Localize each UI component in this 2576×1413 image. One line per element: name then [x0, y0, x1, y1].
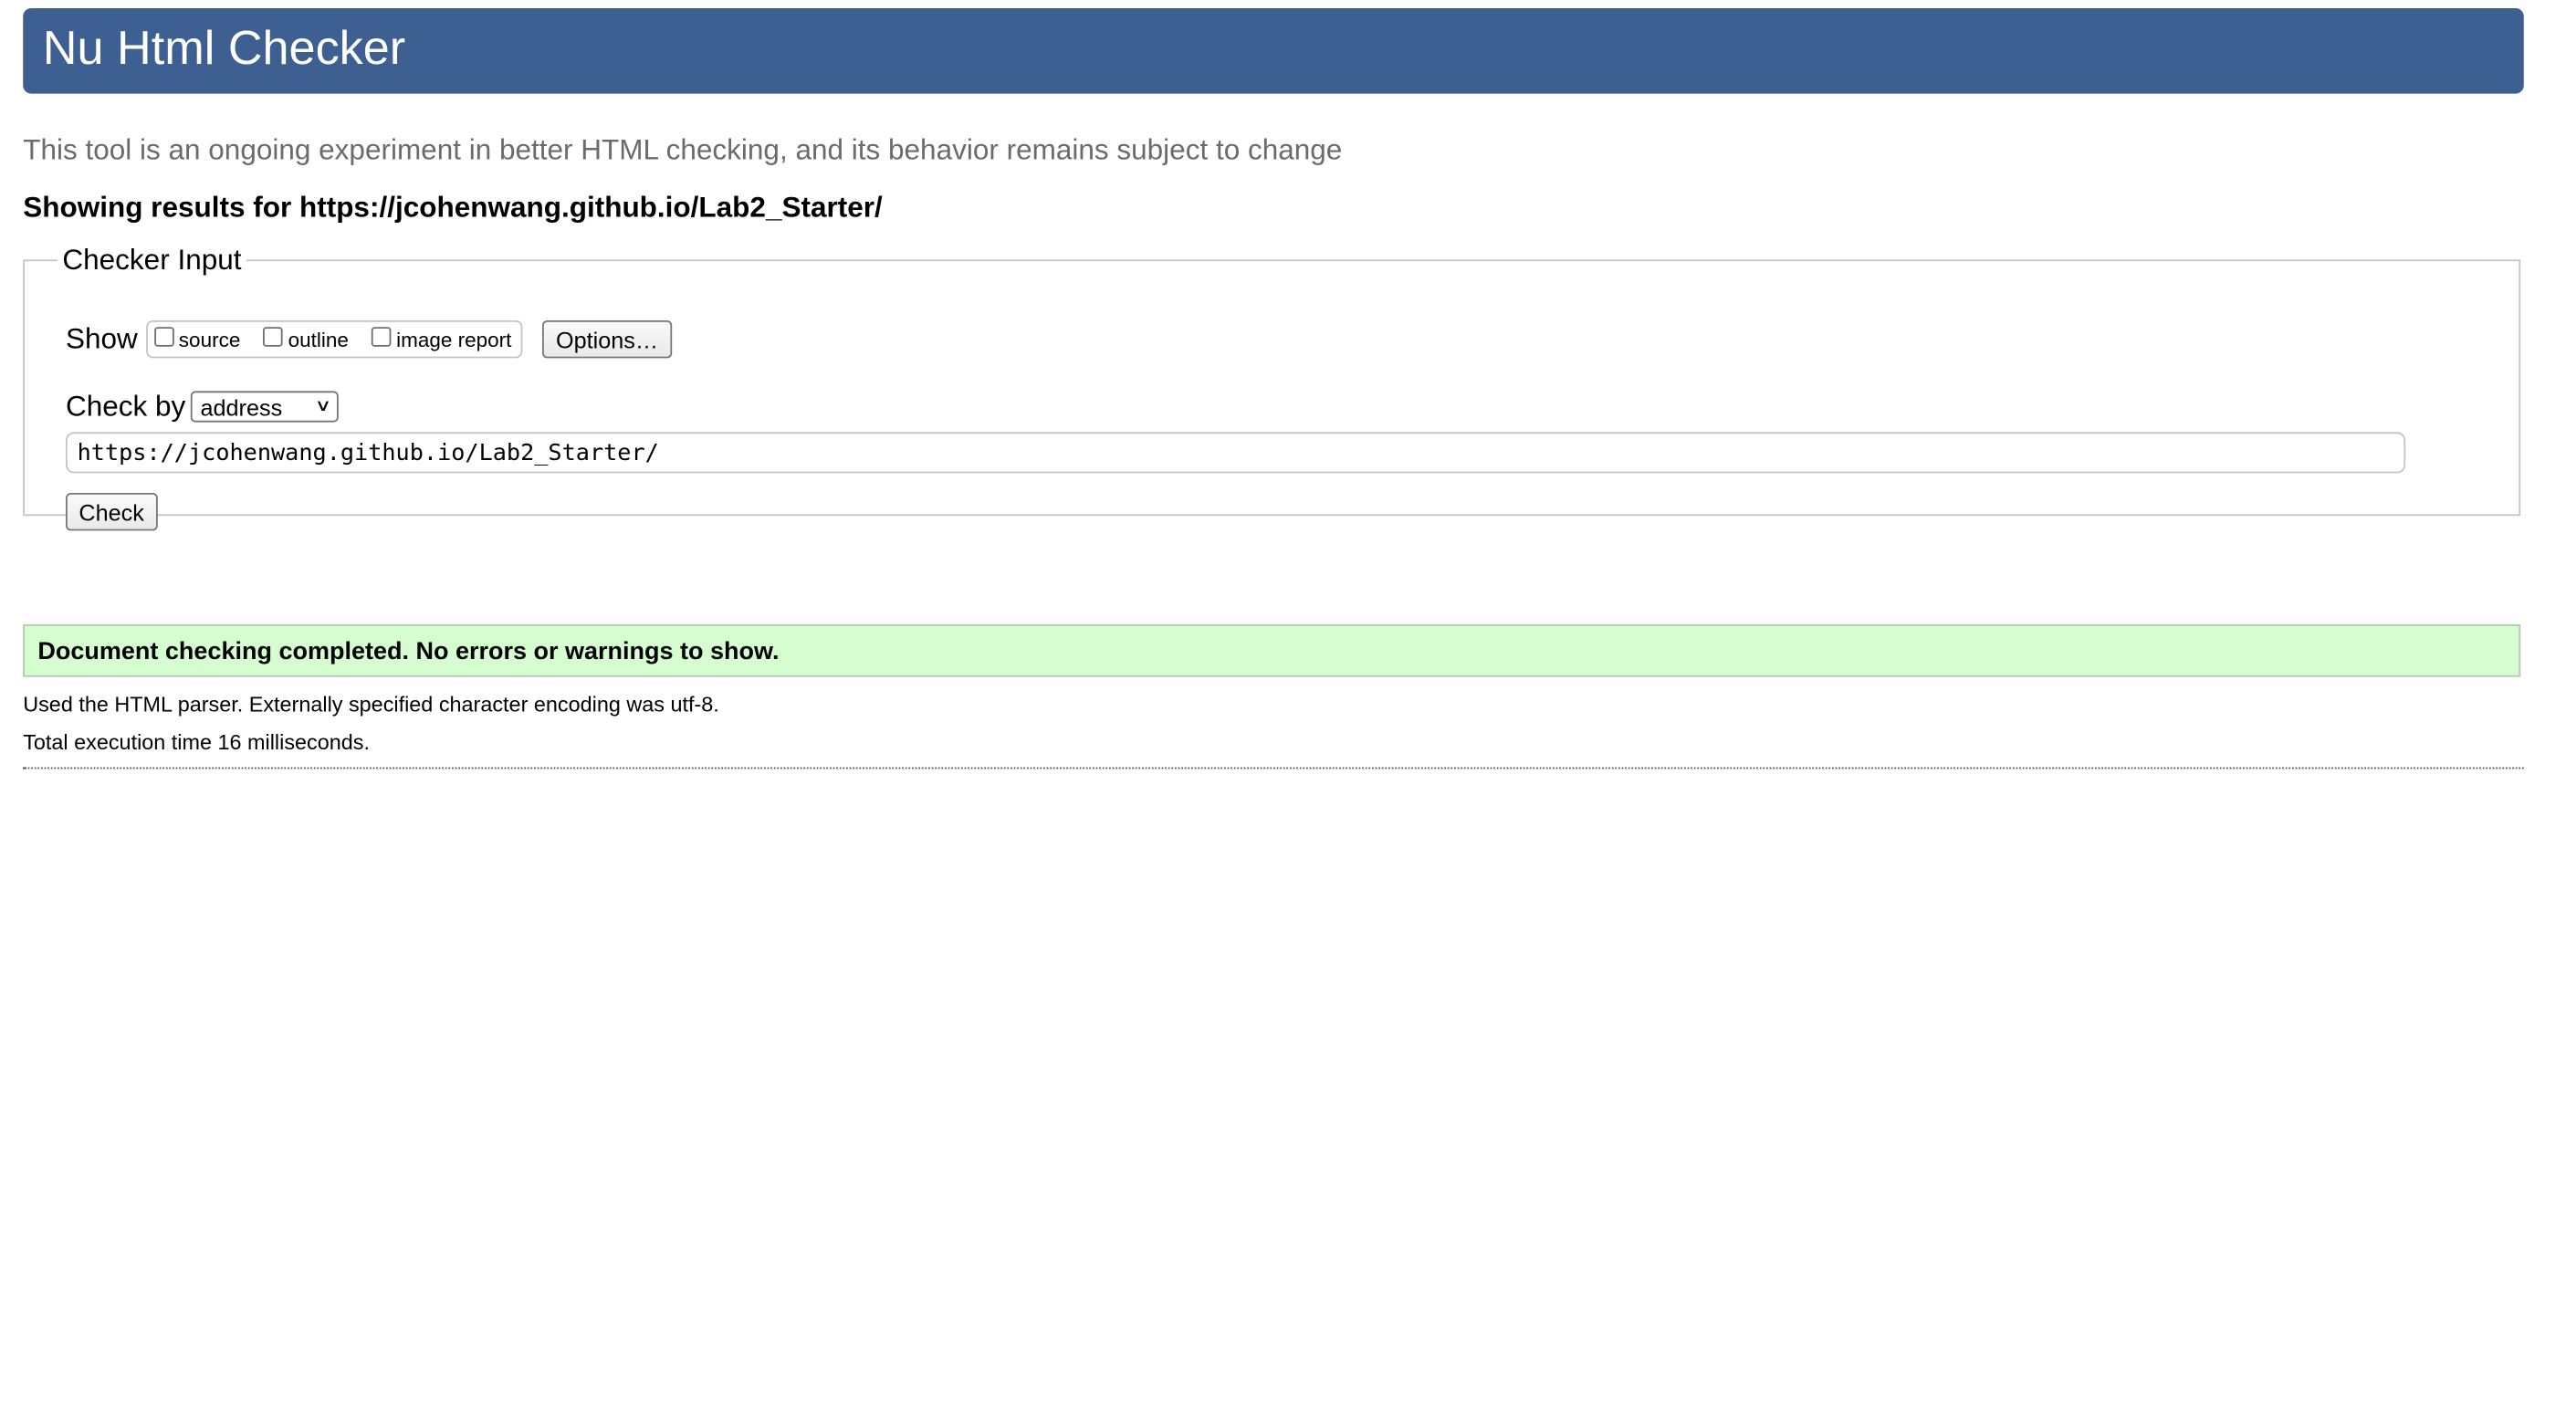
outline-option[interactable]: outline [263, 326, 349, 351]
success-message: Document checking completed. No errors o… [23, 624, 2521, 677]
url-input-value: https://jcohenwang.github.io/Lab2_Starte… [77, 439, 659, 466]
outline-checkbox[interactable] [263, 326, 284, 346]
url-input[interactable]: https://jcohenwang.github.io/Lab2_Starte… [66, 432, 2406, 474]
header-bar: Nu Html Checker [23, 8, 2524, 94]
check-by-row: Check by address ∨ [66, 390, 339, 424]
check-by-label: Check by [66, 389, 186, 423]
image-report-checkbox[interactable] [372, 326, 392, 346]
parser-note: Used the HTML parser. Externally specifi… [23, 691, 719, 717]
options-button[interactable]: Options… [542, 320, 672, 359]
page-title: Nu Html Checker [42, 23, 406, 76]
check-by-select[interactable]: address ∨ [190, 391, 339, 423]
intro-text: This tool is an ongoing experiment in be… [23, 132, 1343, 166]
show-options-group: source outline image report [145, 320, 524, 359]
image-report-label: image report [396, 328, 512, 351]
source-label: source [178, 328, 241, 351]
source-option[interactable]: source [153, 326, 241, 351]
source-checkbox[interactable] [153, 326, 174, 346]
results-for-heading: Showing results for https://jcohenwang.g… [23, 190, 883, 224]
image-report-option[interactable]: image report [372, 326, 512, 351]
check-button[interactable]: Check [66, 493, 158, 531]
page: Nu Html Checker This tool is an ongoing … [0, 0, 2576, 1413]
checker-input-legend: Checker Input [62, 243, 242, 277]
chevron-down-icon: ∨ [314, 397, 331, 416]
checker-input-fieldset: Checker Input Show source outline image … [23, 243, 2521, 531]
execution-time: Total execution time 16 milliseconds. [23, 729, 370, 755]
show-label: Show [66, 321, 138, 355]
dotted-divider [23, 767, 2524, 769]
show-row: Show source outline image report Options… [66, 320, 672, 359]
outline-label: outline [288, 328, 349, 351]
check-by-selected-value: address [200, 393, 283, 420]
